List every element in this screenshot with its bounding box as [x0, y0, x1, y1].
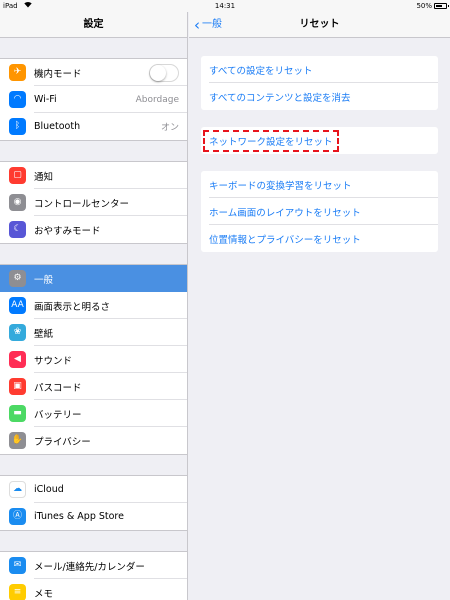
- bluetooth-icon: ᛒ: [9, 118, 26, 135]
- clock: 14:31: [214, 2, 236, 10]
- sidebar-item-label: コントロールセンター: [34, 198, 130, 210]
- sidebar-groups: ✈ 機内モード ◠ Wi-Fi Abordage ᛒ Bluetooth オン ▢ 通知 ◉ コントロ…: [0, 38, 187, 600]
- chevron-left-icon: ‹: [194, 16, 200, 34]
- reset-option-label: ネットワーク設定をリセット: [203, 129, 339, 152]
- lock-icon: ▣: [9, 378, 26, 395]
- sidebar-item-label: 機内モード: [34, 68, 82, 80]
- sidebar-item-label: メモ: [34, 588, 54, 600]
- sidebar-item[interactable]: ✈ 機内モード: [0, 59, 187, 86]
- settings-group: ✈ 機内モード ◠ Wi-Fi Abordage ᛒ Bluetooth オン: [0, 58, 187, 141]
- reset-group: キーボードの変換学習をリセット ホーム画面のレイアウトをリセット 位置情報とプライバ…: [201, 171, 438, 252]
- reset-option-label: すべての設定をリセット: [209, 65, 313, 77]
- sidebar-item[interactable]: ❀ 壁紙: [0, 319, 187, 346]
- sidebar-item[interactable]: ▣ パスコード: [0, 373, 187, 400]
- display-icon: AA: [9, 297, 26, 314]
- notifications-icon: ▢: [9, 167, 26, 184]
- sidebar-item[interactable]: ⒶiTunes & App Store: [0, 503, 187, 530]
- sidebar-item[interactable]: ≡ メモ: [0, 579, 187, 600]
- control-center-icon: ◉: [9, 194, 26, 211]
- sidebar-item-label: Wi-Fi: [34, 94, 57, 105]
- sidebar-item[interactable]: ▬ バッテリー: [0, 400, 187, 427]
- sidebar-item[interactable]: ☾ おやすみモード: [0, 216, 187, 243]
- airplane-icon: ✈: [9, 64, 26, 81]
- moon-icon: ☾: [9, 221, 26, 238]
- reset-pane: リセット ‹ 一般 すべての設定をリセットすべてのコンテンツと設定を消去ネットワ…: [189, 12, 450, 600]
- sidebar-item[interactable]: ✉ メール/連絡先/カレンダー: [0, 552, 187, 579]
- sidebar-item-label: iTunes & App Store: [34, 511, 124, 522]
- sidebar-item-label: Bluetooth: [34, 121, 81, 132]
- settings-group: ▢ 通知 ◉ コントロールセンター ☾ おやすみモード: [0, 161, 187, 244]
- sidebar-item-label: メール/連絡先/カレンダー: [34, 561, 145, 573]
- mail-icon: ✉: [9, 557, 26, 574]
- sidebar-item-label: 壁紙: [34, 328, 54, 340]
- notes-icon: ≡: [9, 584, 26, 600]
- reset-options: すべての設定をリセットすべてのコンテンツと設定を消去ネットワーク設定をリセットキ…: [189, 38, 450, 252]
- reset-option-label: キーボードの変換学習をリセット: [209, 180, 352, 192]
- page-title: リセット: [299, 19, 340, 30]
- sidebar-item-label: おやすみモード: [34, 225, 101, 237]
- back-button[interactable]: ‹ 一般: [194, 12, 222, 38]
- reset-option[interactable]: ホーム画面のレイアウトをリセット: [201, 198, 438, 225]
- sidebar-item-label: バッテリー: [34, 409, 82, 421]
- gear-icon: ⚙: [9, 270, 26, 287]
- hand-icon: ✋: [9, 432, 26, 449]
- sidebar-item-label: パスコード: [34, 382, 82, 394]
- sidebar-item-label: サウンド: [34, 355, 73, 367]
- toggle-knob: [150, 64, 166, 81]
- reset-option[interactable]: 位置情報とプライバシーをリセット: [201, 225, 438, 252]
- reset-option[interactable]: すべてのコンテンツと設定を消去: [201, 83, 438, 110]
- reset-group: ネットワーク設定をリセット: [201, 127, 438, 154]
- reset-navbar: リセット ‹ 一般: [189, 12, 450, 38]
- reset-option[interactable]: ネットワーク設定をリセット: [201, 127, 438, 154]
- icloud-icon: ☁: [9, 481, 26, 498]
- battery-icon: ▬: [9, 405, 26, 422]
- reset-option-label: ホーム画面のレイアウトをリセット: [209, 207, 361, 219]
- sidebar-item-label: iCloud: [34, 484, 64, 495]
- reset-option-label: すべてのコンテンツと設定を消去: [209, 92, 351, 104]
- settings-sidebar: 設定 ✈ 機内モード ◠ Wi-Fi Abordage ᛒ Bluetooth オン ▢ 通知 ◉ コ…: [0, 12, 188, 600]
- sidebar-item[interactable]: ▢ 通知: [0, 162, 187, 189]
- sidebar-item[interactable]: ◠ Wi-Fi Abordage: [0, 86, 187, 113]
- sidebar-title: 設定: [0, 12, 187, 38]
- reset-option-label: 位置情報とプライバシーをリセット: [209, 234, 361, 246]
- settings-group: ✉ メール/連絡先/カレンダー ≡ メモ: [0, 551, 187, 600]
- wallpaper-icon: ❀: [9, 324, 26, 341]
- sidebar-item[interactable]: ◀ サウンド: [0, 346, 187, 373]
- settings-group: ☁ iCloud ⒶiTunes & App Store: [0, 475, 187, 531]
- sidebar-item[interactable]: ☁ iCloud: [0, 476, 187, 503]
- battery-indicator: 50%: [416, 0, 449, 12]
- sidebar-item-label: 一般: [34, 274, 54, 286]
- sidebar-item[interactable]: ✋ プライバシー: [0, 427, 187, 454]
- wifi-icon: ◠: [9, 91, 26, 108]
- sidebar-item[interactable]: ◉ コントロールセンター: [0, 189, 187, 216]
- back-label: 一般: [202, 19, 222, 30]
- status-bar: iPad 14:31 50%: [0, 0, 450, 12]
- sidebar-item[interactable]: ⚙ 一般: [0, 265, 187, 292]
- appstore-icon: Ⓐ: [9, 508, 26, 525]
- sidebar-item[interactable]: AA 画面表示と明るさ: [0, 292, 187, 319]
- sidebar-item[interactable]: ᛒ Bluetooth オン: [0, 113, 187, 140]
- settings-group: ⚙ 一般 AA 画面表示と明るさ ❀ 壁紙 ◀ サウンド ▣ パスコード ▬ バッテリー ✋ プライバシー: [0, 264, 187, 455]
- sound-icon: ◀: [9, 351, 26, 368]
- battery-icon: [434, 3, 449, 9]
- airplane-mode-toggle[interactable]: [149, 63, 179, 82]
- sidebar-item-label: プライバシー: [34, 436, 91, 448]
- sidebar-item-label: 通知: [34, 171, 54, 183]
- reset-option[interactable]: キーボードの変換学習をリセット: [201, 171, 438, 198]
- sidebar-item-value: Abordage: [135, 94, 179, 105]
- battery-percent: 50%: [416, 2, 432, 10]
- sidebar-item-label: 画面表示と明るさ: [34, 301, 111, 313]
- sidebar-item-value: オン: [160, 123, 179, 133]
- reset-group: すべての設定をリセットすべてのコンテンツと設定を消去: [201, 56, 438, 110]
- reset-option[interactable]: すべての設定をリセット: [201, 56, 438, 83]
